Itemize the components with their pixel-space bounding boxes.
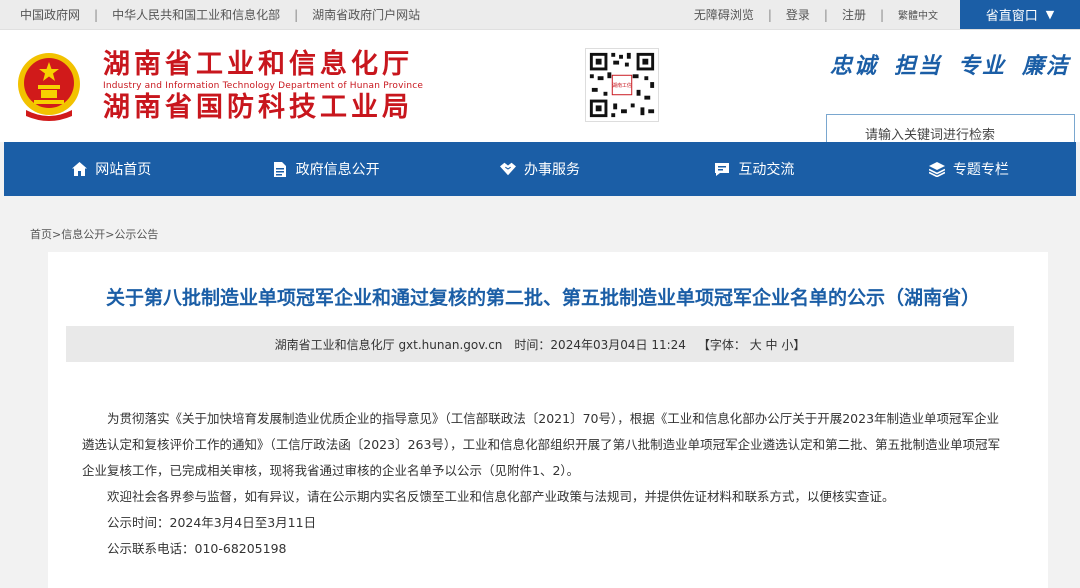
article-title: 关于第八批制造业单项冠军企业和通过复核的第二批、第五批制造业单项冠军企业名单的公… xyxy=(105,287,980,309)
slogan-word: 忠诚 xyxy=(829,54,878,79)
top-utilities: 无障碍浏览 | 登录 | 注册 | 繁體中文 省直窗口 ▼ xyxy=(694,0,1080,29)
search-placeholder: 请输入关键词进行检索 xyxy=(865,127,996,143)
link-miit[interactable]: 中华人民共和国工业和信息化部 xyxy=(112,6,280,23)
divider: | xyxy=(294,7,299,22)
site-title[interactable]: 湖南省工业和信息化厅 Industry and Information Tech… xyxy=(103,50,423,123)
nav-item-info-disclosure[interactable]: 政府信息公开 xyxy=(218,159,432,179)
bureau-name: 湖南省国防科技工业局 xyxy=(103,92,413,123)
divider: | xyxy=(879,7,884,22)
qr-logo-text: 湖南工信 xyxy=(612,82,632,89)
portal-dropdown-button[interactable]: 省直窗口 ▼ xyxy=(960,0,1080,29)
slogan-word: 廉洁 xyxy=(1021,54,1070,79)
article-time: 时间：2024年03月04日 11:24 xyxy=(514,337,686,352)
chevron-down-icon: ▼ xyxy=(1045,8,1055,21)
qr-code: 湖南工信 xyxy=(585,48,659,122)
document-icon xyxy=(272,161,288,177)
publicity-period: 公示时间：2024年3月4日至3月11日 xyxy=(107,515,317,530)
article-meta: 湖南省工业和信息化厅 gxt.hunan.gov.cn 时间：2024年03月0… xyxy=(66,326,1014,362)
slogan-word: 担当 xyxy=(893,54,942,79)
nav-item-services[interactable]: 办事服务 xyxy=(433,159,647,179)
nav-item-home[interactable]: 网站首页 xyxy=(4,159,218,179)
traditional-chinese-link[interactable]: 繁體中文 xyxy=(898,7,938,22)
article-body: 为贯彻落实《关于加快培育发展制造业优质企业的指导意见》（工信部联政法〔2021〕… xyxy=(48,362,1048,562)
slogan: 忠诚 担当 专业 廉洁 xyxy=(830,48,1070,80)
link-gov-cn[interactable]: 中国政府网 xyxy=(20,6,80,23)
handshake-icon xyxy=(500,161,517,177)
article-card: 关于第八批制造业单项冠军企业和通过复核的第二批、第五批制造业单项冠军企业名单的公… xyxy=(48,252,1048,588)
top-bar: 中国政府网 | 中华人民共和国工业和信息化部 | 湖南省政府门户网站 无障碍浏览… xyxy=(0,0,1080,30)
nav-label: 互动交流 xyxy=(738,162,795,178)
chat-icon xyxy=(714,161,730,177)
department-name: 湖南省工业和信息化厅 xyxy=(103,49,413,80)
nav-item-interaction[interactable]: 互动交流 xyxy=(647,159,861,179)
main-nav: 网站首页 政府信息公开 办事服务 互动交流 专题专栏 xyxy=(4,142,1076,196)
divider: | xyxy=(767,7,772,22)
link-hunan-gov[interactable]: 湖南省政府门户网站 xyxy=(312,6,420,23)
nav-label: 网站首页 xyxy=(95,162,152,178)
divider: | xyxy=(94,7,99,22)
font-size-selector[interactable]: 【字体： 大 中 小】 xyxy=(698,336,805,353)
article-paragraph: 欢迎社会各界参与监督，如有异议，请在公示期内实名反馈至工业和信息化部产业政策与法… xyxy=(107,489,895,504)
login-link[interactable]: 登录 xyxy=(786,6,810,23)
divider: | xyxy=(823,7,828,22)
breadcrumb[interactable]: 首页>信息公开>公示公告 xyxy=(30,226,158,242)
contact-phone: 公示联系电话：010-68205198 xyxy=(107,541,287,556)
layers-icon xyxy=(928,161,945,177)
nav-label: 专题专栏 xyxy=(952,162,1009,178)
national-emblem-icon xyxy=(18,53,80,121)
nav-label: 办事服务 xyxy=(524,162,581,178)
nav-item-special-topics[interactable]: 专题专栏 xyxy=(862,159,1076,179)
site-header: 湖南省工业和信息化厅 Industry and Information Tech… xyxy=(0,30,1080,152)
home-icon xyxy=(71,161,87,177)
slogan-word: 专业 xyxy=(957,54,1006,79)
accessibility-link[interactable]: 无障碍浏览 xyxy=(694,6,754,23)
nav-label: 政府信息公开 xyxy=(295,162,380,178)
external-links: 中国政府网 | 中华人民共和国工业和信息化部 | 湖南省政府门户网站 xyxy=(0,6,420,23)
portal-label: 省直窗口 xyxy=(985,9,1038,24)
article-source: 湖南省工业和信息化厅 gxt.hunan.gov.cn xyxy=(274,337,503,352)
article-paragraph: 为贯彻落实《关于加快培育发展制造业优质企业的指导意见》（工信部联政法〔2021〕… xyxy=(82,411,1001,478)
register-link[interactable]: 注册 xyxy=(842,6,866,23)
